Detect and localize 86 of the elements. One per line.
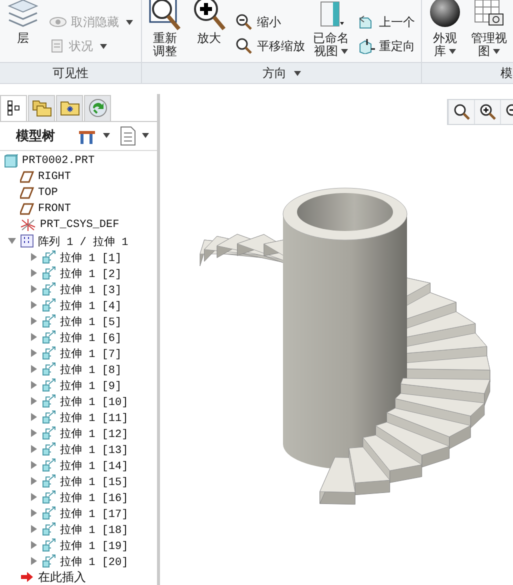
tree-item[interactable]: PRT0002.PRT [22, 155, 95, 167]
tree-item[interactable]: 拉伸 1 [17] [60, 506, 128, 520]
part-icon [4, 154, 18, 168]
extrude-icon [42, 538, 56, 552]
extrude-icon [42, 346, 56, 360]
panel-tab[interactable] [56, 94, 83, 121]
ribbon-button[interactable]: 上一个 [355, 10, 417, 34]
panel-tab[interactable] [0, 94, 27, 121]
tree-item[interactable]: RIGHT [38, 171, 72, 183]
caret-icon [142, 133, 149, 138]
tree-item[interactable]: 在此插入 [38, 568, 86, 585]
extrude-icon [42, 362, 56, 376]
tree-item[interactable]: TOP [38, 187, 58, 199]
status-icon [49, 38, 65, 54]
extrude-icon [42, 410, 56, 424]
tree-item[interactable]: 拉伸 1 [20] [60, 554, 128, 568]
plane-icon [20, 187, 34, 199]
show-menu[interactable] [118, 126, 151, 146]
tree-item[interactable]: 拉伸 1 [4] [60, 298, 122, 312]
extrude-icon [42, 490, 56, 504]
extrude-icon [42, 266, 56, 280]
tree-item[interactable]: 拉伸 1 [18] [60, 522, 128, 536]
extrude-icon [42, 378, 56, 392]
tree-item[interactable]: 拉伸 1 [16] [60, 490, 128, 504]
extrude-icon [42, 426, 56, 440]
tree-item[interactable]: 阵列 1 / 拉伸 1 [38, 234, 128, 248]
pattern-icon [20, 234, 34, 248]
tree-item[interactable]: 拉伸 1 [10] [60, 394, 128, 408]
ribbon-button[interactable]: 放大 [189, 0, 229, 58]
expanded-icon [8, 238, 16, 244]
tree-item[interactable]: 拉伸 1 [13] [60, 442, 128, 456]
ribbon-button[interactable]: 重定向 [355, 34, 417, 58]
extrude-icon [42, 314, 56, 328]
extrude-icon [42, 330, 56, 344]
tree-item[interactable]: PRT_CSYS_DEF [40, 219, 120, 231]
ribbon-button[interactable]: 重新 调整 [145, 0, 185, 58]
refresh-disc-icon [88, 98, 108, 118]
tree-item[interactable]: 拉伸 1 [3] [60, 282, 122, 296]
tree-item[interactable]: 拉伸 1 [9] [60, 378, 122, 392]
folders-icon [32, 99, 52, 118]
tree-item[interactable]: 拉伸 1 [1] [60, 250, 122, 264]
extrude-icon [42, 554, 56, 568]
extrude-icon [42, 474, 56, 488]
insert-arrow-icon [20, 571, 34, 583]
group-label[interactable]: 方向 [262, 64, 300, 82]
reorient-icon [357, 38, 375, 54]
zoom-out-icon [235, 13, 253, 31]
plane-icon [20, 171, 34, 183]
tree-item[interactable]: 拉伸 1 [12] [60, 426, 128, 440]
tree-item[interactable]: 拉伸 1 [11] [60, 410, 128, 424]
tree-item[interactable]: FRONT [38, 203, 72, 215]
panel-title: 模型树 [16, 128, 55, 145]
tree-item[interactable]: 拉伸 1 [19] [60, 538, 128, 552]
extrude-icon [42, 522, 56, 536]
extrude-icon [42, 458, 56, 472]
extrude-icon [42, 442, 56, 456]
zoom-in-icon [478, 103, 496, 121]
ribbon-button[interactable]: 缩小 [233, 10, 307, 34]
extrude-icon [42, 282, 56, 296]
caret-icon [103, 133, 110, 138]
tree-item[interactable]: 拉伸 1 [8] [60, 362, 122, 376]
tree-item[interactable]: 拉伸 1 [14] [60, 458, 128, 472]
coordinate-system-icon [20, 218, 36, 232]
ribbon-button[interactable]: 管理视 图 [469, 0, 509, 58]
tree-icon [6, 100, 20, 116]
extrude-icon [42, 298, 56, 312]
extrude-icon [42, 506, 56, 520]
tree-item[interactable]: 拉伸 1 [5] [60, 314, 122, 328]
group-label: 模 [500, 64, 512, 82]
tree-item[interactable]: 拉伸 1 [2] [60, 266, 122, 280]
star-folder-icon [60, 100, 80, 116]
tree-item[interactable]: 拉伸 1 [6] [60, 330, 122, 344]
ribbon-button[interactable]: 外观 库 [425, 0, 465, 58]
ribbon-button[interactable]: 层 [3, 0, 43, 58]
tree-item[interactable]: 拉伸 1 [7] [60, 346, 122, 360]
plane-icon [20, 203, 34, 215]
tree-item[interactable]: 拉伸 1 [15] [60, 474, 128, 488]
ribbon-button[interactable]: 已命名 视图 [311, 0, 351, 58]
group-label: 可见性 [52, 64, 88, 82]
list-icon [120, 126, 136, 146]
pan-zoom-icon [235, 37, 253, 55]
ribbon-button[interactable]: 平移缩放 [233, 34, 307, 58]
extrude-icon [42, 394, 56, 408]
extrude-icon [42, 250, 56, 264]
eye-icon [49, 16, 67, 28]
zoom-fit-icon [452, 103, 470, 121]
